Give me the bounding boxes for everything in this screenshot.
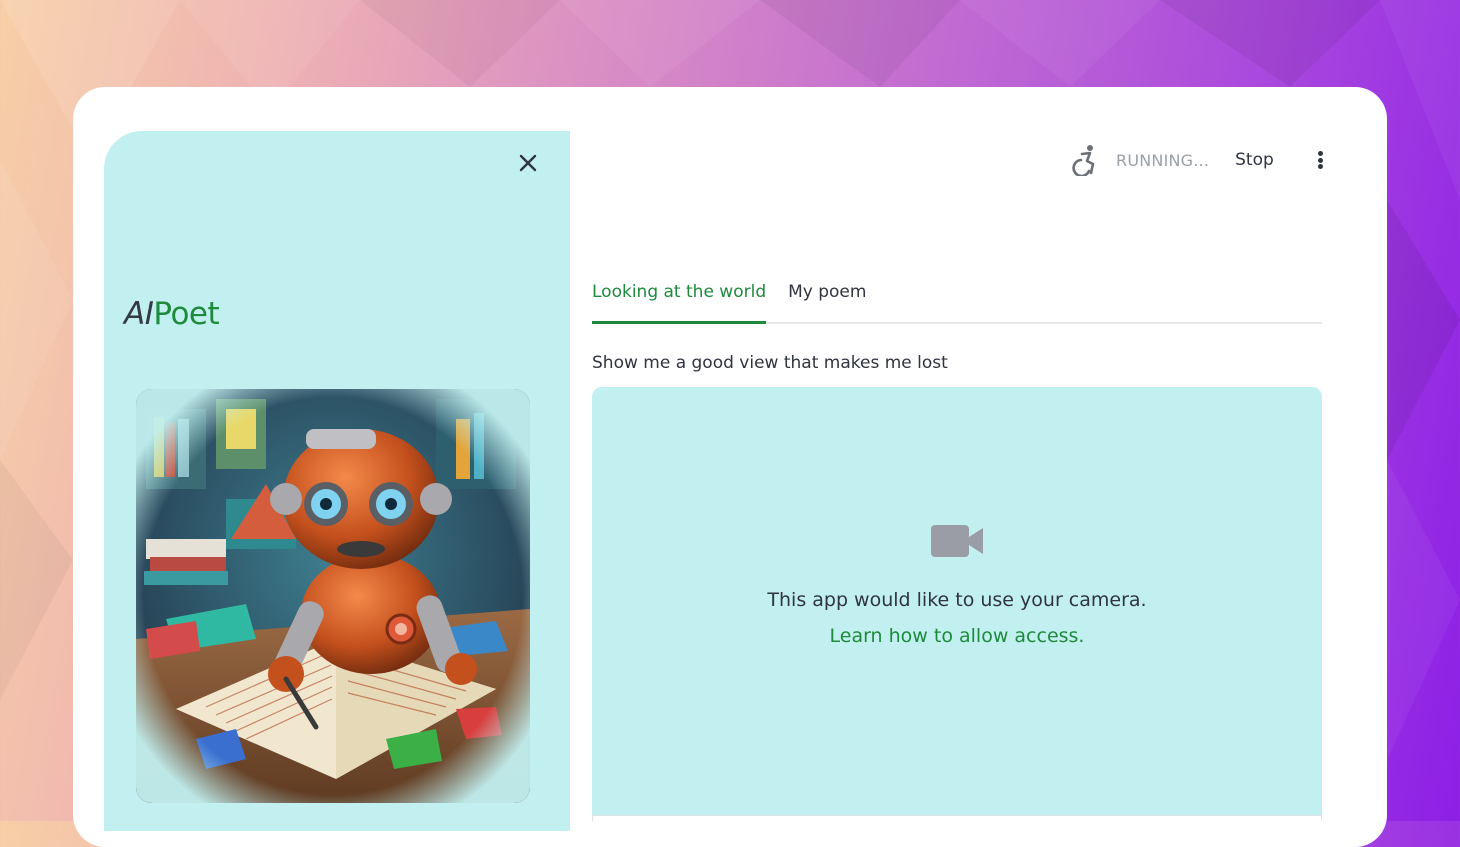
brand-name: Poet [153,296,220,332]
app-status-bar: RUNNING... Stop [1072,143,1328,177]
kebab-dot [1318,157,1324,163]
video-camera-icon [931,525,983,557]
kebab-dot [1318,164,1324,169]
run-status-text: RUNNING... [1116,150,1210,170]
main-menu-button[interactable] [1314,148,1328,172]
tab-bar: Looking at the world My poem [592,278,1322,324]
camera-prompt-label: Show me a good view that makes me lost [592,353,948,373]
tab-my-poem[interactable]: My poem [788,278,866,318]
brand-prefix: AI [124,296,154,332]
sidebar: AIPoet [104,131,570,831]
robot-writing-poem-illustration [136,389,530,803]
sidebar-close-button[interactable] [516,151,540,175]
app-brand: AIPoet [124,296,220,332]
tab-looking-at-the-world[interactable]: Looking at the world [592,278,767,324]
close-icon [519,154,537,172]
stop-button[interactable]: Stop [1235,150,1274,170]
camera-permission-message: This app would like to use your camera. [767,589,1147,611]
allow-access-link[interactable]: Learn how to allow access. [592,625,1322,647]
camera-button-area [592,815,1322,821]
running-figure-icon [1072,143,1102,177]
kebab-dot [1318,151,1324,156]
camera-input-panel[interactable]: This app would like to use your camera. … [592,387,1322,815]
